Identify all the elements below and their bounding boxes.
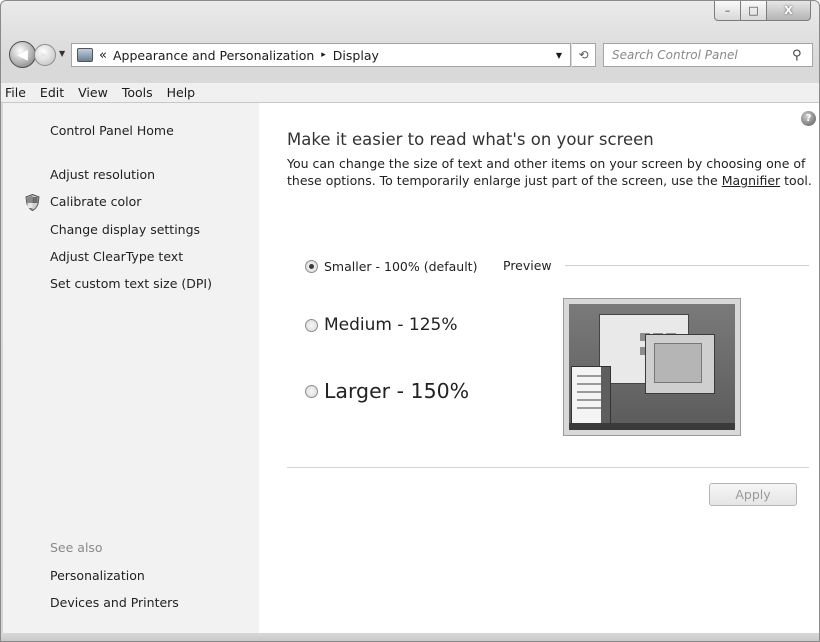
menu-file[interactable]: File xyxy=(1,85,33,100)
recent-pages-dropdown[interactable]: ▼ xyxy=(59,49,65,58)
preview-image xyxy=(563,298,741,436)
back-arrow-icon[interactable]: ◀ xyxy=(9,41,36,68)
address-dropdown-icon[interactable]: ▼ xyxy=(556,51,562,60)
adjust-cleartype-link[interactable]: Adjust ClearType text xyxy=(50,249,183,264)
option-smaller[interactable]: Smaller - 100% (default) xyxy=(305,259,477,274)
address-bar[interactable]: « Appearance and Personalization ▸ Displ… xyxy=(71,43,571,67)
forward-arrow-icon[interactable]: ▶ xyxy=(34,44,56,66)
apply-button[interactable]: Apply xyxy=(709,483,797,506)
adjust-resolution-link[interactable]: Adjust resolution xyxy=(50,167,155,182)
calibrate-color-link[interactable]: Calibrate color xyxy=(50,194,141,209)
page-title: Make it easier to read what's on your sc… xyxy=(287,130,654,149)
minimize-button[interactable]: – xyxy=(714,1,741,21)
navigation-bar: ◀ ▶ ▼ « Appearance and Personalization ▸… xyxy=(9,39,813,69)
description-end: tool. xyxy=(784,173,812,188)
control-panel-window: – □ X ◀ ▶ ▼ « Appearance and Personaliza… xyxy=(0,0,820,642)
caption-buttons: – □ X xyxy=(714,1,811,21)
control-panel-icon xyxy=(77,48,93,62)
preview-label: Preview xyxy=(503,258,552,273)
page-description: You can change the size of text and othe… xyxy=(287,155,815,189)
option-larger[interactable]: Larger - 150% xyxy=(305,379,469,403)
devices-and-printers-link[interactable]: Devices and Printers xyxy=(50,595,179,610)
menu-help[interactable]: Help xyxy=(160,85,203,100)
radio-medium[interactable] xyxy=(305,318,318,332)
breadcrumb-display[interactable]: Display xyxy=(333,48,379,63)
task-pane: Control Panel Home Adjust resolution Cal… xyxy=(3,103,259,633)
preview-window-middle xyxy=(645,334,715,394)
custom-text-size-link[interactable]: Set custom text size (DPI) xyxy=(50,276,212,291)
radio-larger[interactable] xyxy=(305,384,318,398)
option-medium-label: Medium - 125% xyxy=(324,315,458,335)
personalization-link[interactable]: Personalization xyxy=(50,568,145,583)
preview-divider xyxy=(565,265,809,266)
option-larger-label: Larger - 150% xyxy=(324,379,470,403)
search-box[interactable]: Search Control Panel ⚲ xyxy=(603,43,813,67)
main-content: ? Make it easier to read what's on your … xyxy=(259,103,819,633)
window-bottom-edge xyxy=(1,633,819,641)
menu-view[interactable]: View xyxy=(71,85,115,100)
shield-icon xyxy=(25,194,40,211)
search-icon[interactable]: ⚲ xyxy=(792,48,812,63)
control-panel-home-link[interactable]: Control Panel Home xyxy=(50,123,174,138)
preview-taskbar xyxy=(569,423,735,430)
preview-screen xyxy=(569,304,735,430)
magnifier-link[interactable]: Magnifier xyxy=(722,173,780,188)
option-medium[interactable]: Medium - 125% xyxy=(305,315,458,335)
radio-smaller[interactable] xyxy=(305,260,318,273)
see-also-label: See also xyxy=(50,540,103,555)
preview-window-front xyxy=(571,366,611,428)
maximize-button[interactable]: □ xyxy=(741,1,767,21)
breadcrumb-appearance[interactable]: Appearance and Personalization xyxy=(113,48,314,63)
menu-edit[interactable]: Edit xyxy=(33,85,71,100)
menu-tools[interactable]: Tools xyxy=(115,85,160,100)
option-smaller-label: Smaller - 100% (default) xyxy=(324,259,478,274)
content-divider xyxy=(287,467,809,468)
change-display-settings-link[interactable]: Change display settings xyxy=(50,222,200,237)
close-button[interactable]: X xyxy=(767,1,811,21)
search-input[interactable]: Search Control Panel xyxy=(604,48,792,62)
help-icon[interactable]: ? xyxy=(801,111,816,126)
refresh-icon[interactable]: ⟲ xyxy=(572,43,596,67)
menu-bar: File Edit View Tools Help xyxy=(1,83,819,103)
breadcrumb-overflow[interactable]: « xyxy=(99,48,107,63)
breadcrumb-separator[interactable]: ▸ xyxy=(321,50,326,60)
